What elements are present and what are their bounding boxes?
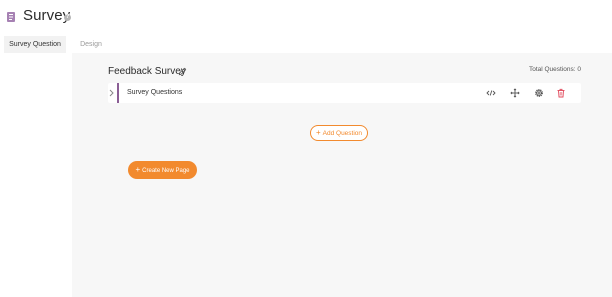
help-icon[interactable]: ? <box>64 14 71 21</box>
survey-icon <box>7 12 15 22</box>
page-label: Survey Questions <box>127 89 183 96</box>
plus-icon: + <box>135 165 141 174</box>
tab-survey-question[interactable]: Survey Question <box>4 36 66 53</box>
survey-title: Feedback Survey <box>108 66 186 77</box>
add-question-button[interactable]: + Add Question <box>310 125 368 141</box>
move-icon[interactable] <box>510 88 520 98</box>
page-row[interactable]: Survey Questions <box>108 83 581 103</box>
trash-icon[interactable] <box>556 88 566 98</box>
app-header: Survey ? <box>0 0 612 36</box>
create-new-page-button[interactable]: + Create New Page <box>128 161 197 179</box>
edit-icon[interactable] <box>178 67 187 76</box>
left-panel <box>0 53 72 297</box>
plus-icon: + <box>315 128 321 137</box>
create-page-label: Create New Page <box>142 168 190 174</box>
total-questions-count: Total Questions: 0 <box>528 66 581 73</box>
code-icon[interactable] <box>486 88 496 98</box>
chevron-right-icon[interactable] <box>108 89 115 97</box>
survey-editor: Feedback Survey Total Questions: 0 Surve… <box>0 53 612 297</box>
tab-design[interactable]: Design <box>72 36 110 53</box>
settings-icon[interactable] <box>534 88 544 98</box>
add-question-label: Add Question <box>322 130 363 137</box>
tab-bar: Survey Question Design <box>0 36 612 53</box>
page-accent-bar <box>117 83 119 103</box>
